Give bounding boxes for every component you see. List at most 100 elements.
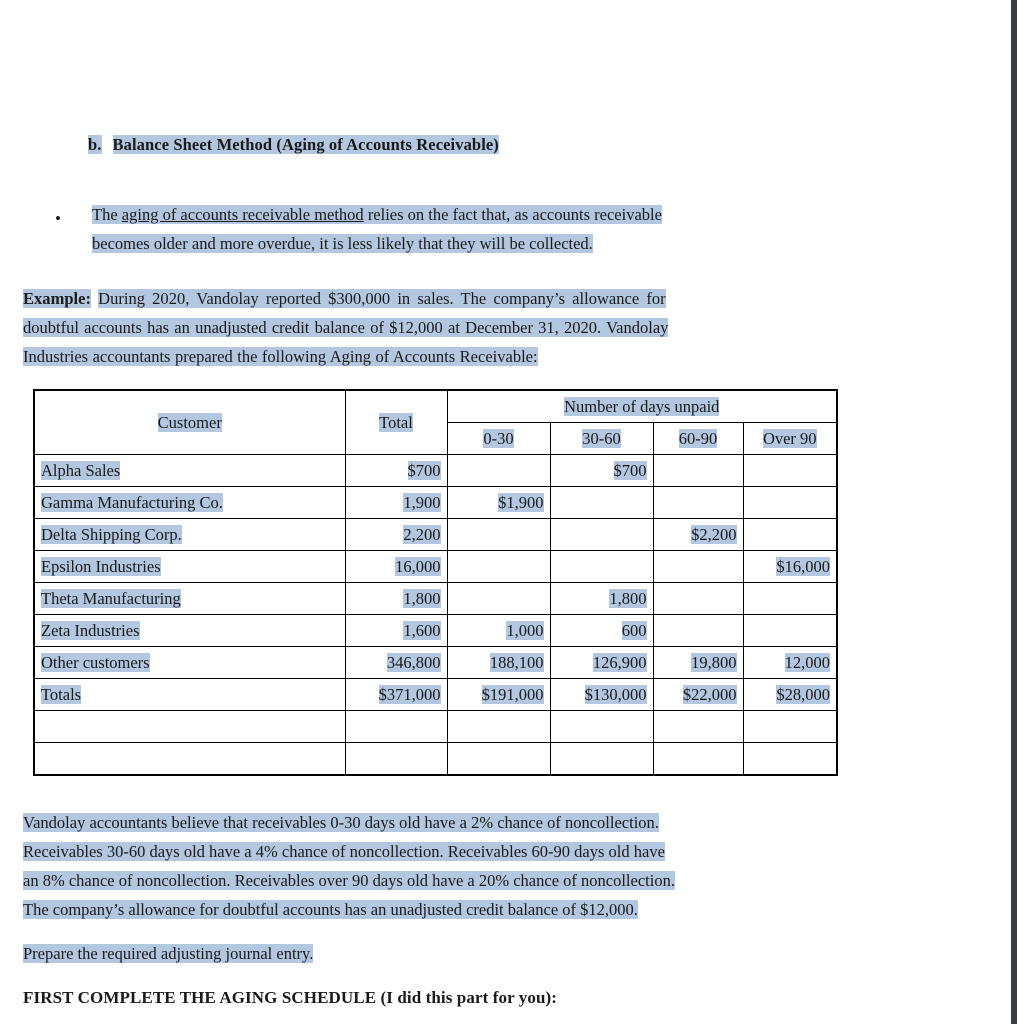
cell-a: 1,000 (446, 614, 551, 647)
cell-a (446, 518, 551, 551)
table-row-blank (33, 742, 838, 776)
cell-customer-label: Epsilon Industries (41, 556, 161, 576)
note-line-4: The company’s allowance for doubtful acc… (23, 895, 893, 924)
table-row: Zeta Industries 1,600 1,000 600 (33, 614, 838, 647)
cell-blank (652, 710, 744, 743)
cell-total: 16,000 (344, 550, 448, 583)
cell-c: $22,000 (652, 678, 744, 711)
cell-c (652, 614, 744, 647)
prepare-instruction: Prepare the required adjusting journal e… (23, 944, 314, 964)
cell-total-value: 1,600 (403, 620, 441, 640)
header-customer-label: Customer (157, 412, 222, 432)
cell-b: $130,000 (549, 678, 654, 711)
cell-total-value: 1,800 (403, 588, 441, 608)
document-page: b. Balance Sheet Method (Aging of Account… (0, 0, 1011, 1024)
cell-customer: Zeta Industries (33, 614, 346, 647)
prepare-instruction-text: Prepare the required adjusting journal e… (23, 944, 314, 963)
cell-d: $28,000 (742, 678, 838, 711)
header-bucket-0-30: 0-30 (446, 422, 551, 455)
cell-customer-label: Zeta Industries (41, 620, 140, 640)
note-line-3: an 8% chance of noncollection. Receivabl… (23, 866, 893, 895)
table-row: Gamma Manufacturing Co. 1,900 $1,900 (33, 486, 838, 519)
header-bucket-30-60: 30-60 (549, 422, 654, 455)
header-total: Total (344, 389, 448, 455)
cell-d-value: 12,000 (784, 652, 830, 672)
cell-total: 1,900 (344, 486, 448, 519)
cell-c: 19,800 (652, 646, 744, 679)
cell-blank (549, 742, 654, 776)
cell-blank (652, 742, 744, 776)
cell-total: 1,600 (344, 614, 448, 647)
cell-a-value: 1,000 (506, 620, 544, 640)
cell-b (549, 518, 654, 551)
header-bucket-60-90: 60-90 (652, 422, 744, 455)
header-days-unpaid-label: Number of days unpaid (564, 396, 720, 416)
cell-d: $16,000 (742, 550, 838, 583)
cell-customer-label: Delta Shipping Corp. (41, 524, 182, 544)
cell-d-value: $16,000 (776, 556, 830, 576)
noncollection-notes: Vandolay accountants believe that receiv… (23, 808, 893, 924)
cell-blank (344, 742, 448, 776)
aging-schedule-table-container: Customer Total Number of days unpaid 0-3… (33, 389, 838, 776)
cell-a-value: $191,000 (481, 684, 544, 704)
section-heading: b. Balance Sheet Method (Aging of Account… (88, 135, 499, 155)
bullet-text: The aging of accounts receivable method … (92, 200, 885, 258)
cell-b-value: $130,000 (584, 684, 647, 704)
cell-a (446, 454, 551, 487)
cell-customer: Totals (33, 678, 346, 711)
table-row: Totals $371,000 $191,000 $130,000 $22,000 $28… (33, 678, 838, 711)
cell-d (742, 582, 838, 615)
cell-customer-label: Other customers (41, 652, 150, 672)
cell-blank (33, 742, 346, 776)
cell-d (742, 518, 838, 551)
cell-d (742, 486, 838, 519)
cell-d-value: $28,000 (776, 684, 830, 704)
cell-c (652, 486, 744, 519)
cell-customer-label: Theta Manufacturing (41, 588, 181, 608)
cell-d (742, 454, 838, 487)
page-right-edge (1011, 0, 1017, 1024)
first-complete-instruction: FIRST COMPLETE THE AGING SCHEDULE (I did… (23, 988, 558, 1007)
example-line-2: doubtful accounts has an unadjusted cred… (23, 313, 888, 342)
cell-customer: Gamma Manufacturing Co. (33, 486, 346, 519)
note-line-2: Receivables 30-60 days old have a 4% cha… (23, 837, 893, 866)
cell-b-value: 600 (621, 620, 647, 640)
example-paragraph: Example: During 2020, Vandolay reported … (23, 284, 888, 371)
cell-customer-label: Totals (41, 684, 82, 704)
cell-total: $371,000 (344, 678, 448, 711)
cell-c: $2,200 (652, 518, 744, 551)
bullet-emphasis: aging of accounts receivable method (121, 205, 364, 224)
cell-total: 2,200 (344, 518, 448, 551)
header-bucket-30-60-label: 30-60 (582, 428, 621, 448)
cell-c (652, 582, 744, 615)
bullet-rest-line2: becomes older and more overdue, it is le… (92, 234, 593, 253)
cell-c (652, 550, 744, 583)
cell-a (446, 550, 551, 583)
table-row: Alpha Sales $700 $700 (33, 454, 838, 487)
cell-total-value: 1,900 (403, 492, 441, 512)
table-row: Delta Shipping Corp. 2,200 $2,200 (33, 518, 838, 551)
bullet-rest-line1: relies on the fact that, as accounts rec… (363, 205, 662, 224)
cell-customer: Theta Manufacturing (33, 582, 346, 615)
cell-total: 1,800 (344, 582, 448, 615)
cell-b (549, 486, 654, 519)
cell-c-value: $22,000 (682, 684, 737, 704)
cell-a: 188,100 (446, 646, 551, 679)
cell-blank (446, 742, 551, 776)
cell-blank (549, 710, 654, 743)
note-line-2-text: Receivables 30-60 days old have a 4% cha… (23, 842, 665, 861)
cell-total-value: 2,200 (403, 524, 441, 544)
table-row: Other customers 346,800 188,100 126,900 19,8… (33, 646, 838, 679)
cell-blank (446, 710, 551, 743)
header-days-unpaid-group: Number of days unpaid (446, 389, 838, 423)
table-row: Theta Manufacturing 1,800 1,800 (33, 582, 838, 615)
example-line-3: Industries accountants prepared the foll… (23, 342, 888, 371)
cell-blank (344, 710, 448, 743)
cell-b: 126,900 (549, 646, 654, 679)
cell-total: $700 (344, 454, 448, 487)
cell-a (446, 582, 551, 615)
cell-total-value: $371,000 (378, 684, 441, 704)
cell-a-value: 188,100 (489, 652, 544, 672)
example-line-1: Example: During 2020, Vandolay reported … (23, 284, 888, 313)
cell-customer: Alpha Sales (33, 454, 346, 487)
